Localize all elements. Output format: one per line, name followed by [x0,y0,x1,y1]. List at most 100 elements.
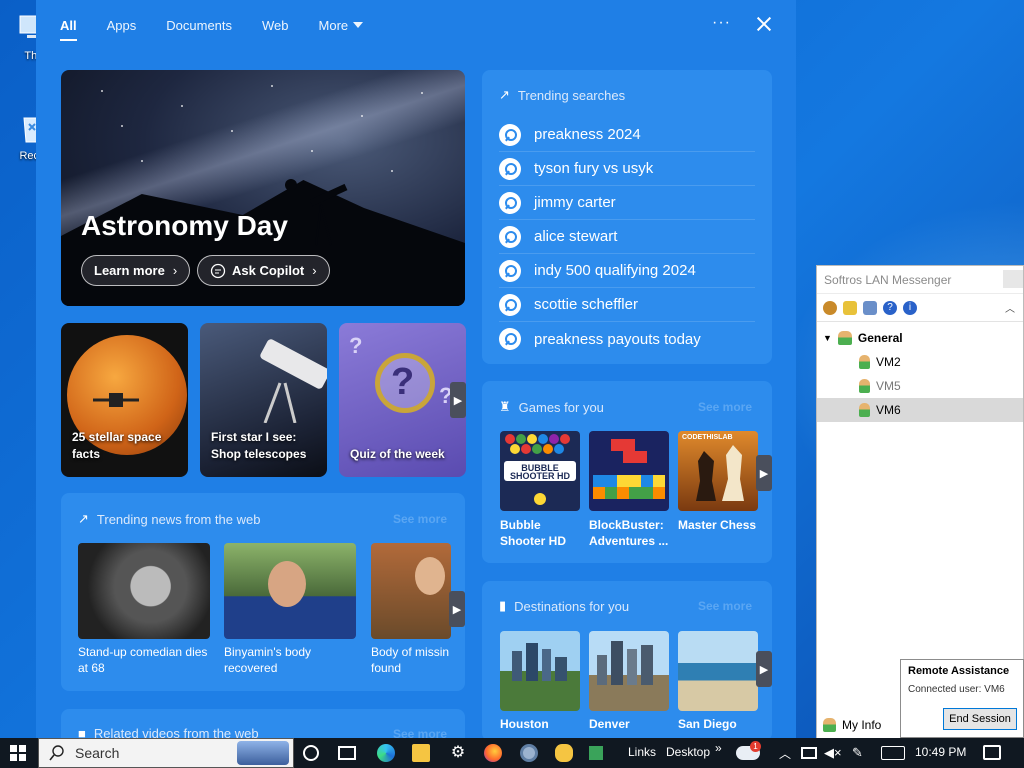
more-options-button[interactable]: ··· [712,14,731,32]
search-icon [499,293,521,316]
tiles-next-button[interactable]: ▶ [450,382,466,418]
clock-time[interactable]: 10:49 PM [915,745,966,759]
trending-search-item[interactable]: preakness payouts today [499,322,755,356]
tile-shop-telescopes[interactable]: First star I see: Shop telescopes [200,323,327,477]
trending-search-item[interactable]: preakness 2024 [499,118,755,152]
keyboard-icon[interactable] [881,746,905,760]
edge-browser-icon[interactable] [377,744,395,762]
game-thumb-blockbuster[interactable] [589,431,669,511]
help-icon[interactable]: ? [883,300,897,315]
trending-search-item[interactable]: scottie scheffler [499,288,755,322]
settings-gear-icon[interactable] [823,300,837,315]
user-row[interactable]: VM5 [817,374,1023,398]
group-general[interactable]: ▼ General [817,326,1023,350]
tile-quiz-of-the-week[interactable]: ? ? ? Quiz of the week [339,323,466,477]
news-caption[interactable]: Stand-up comedian dies at 68 [78,644,218,676]
network-icon[interactable] [801,747,817,759]
toolbar-overflow-chevron-icon[interactable]: » [715,741,722,755]
destination-thumb-houston[interactable] [500,631,580,711]
destination-thumb-san-diego[interactable] [678,631,758,711]
destination-name[interactable]: Denver [589,716,673,732]
news-next-button[interactable]: ▶ [449,591,465,627]
game-name[interactable]: Bubble Shooter HD [500,517,584,549]
game-thumb-master-chess[interactable]: CODETHISLAB [678,431,758,511]
taskbar-search-box[interactable]: Search [38,738,294,768]
game-name[interactable]: BlockBuster: Adventures ... [589,517,673,549]
tab-all[interactable]: All [60,18,77,41]
file-explorer-icon[interactable] [412,744,430,762]
windows-start-icon[interactable] [10,745,26,761]
news-header: ↗ Trending news from the web [78,511,260,527]
chevron-right-icon: ▶ [759,467,769,480]
trending-search-item[interactable]: indy 500 qualifying 2024 [499,254,755,288]
tile-space-facts[interactable]: 25 stellar space facts [61,323,188,477]
messenger-window-button[interactable] [1003,270,1023,288]
news-see-more-link[interactable]: See more [393,512,447,526]
task-view-icon[interactable] [338,746,356,760]
trending-search-item[interactable]: alice stewart [499,220,755,254]
search-highlight-image [237,741,289,765]
news-caption[interactable]: Binyamin's body recovered [224,644,364,676]
news-thumb-comedian[interactable] [78,543,210,639]
cortana-icon[interactable] [303,745,319,761]
messenger-chat-icon[interactable] [555,744,573,762]
user-name: VM5 [876,379,901,393]
app-gear-icon[interactable] [520,744,538,762]
trending-search-label: preakness 2024 [534,126,641,143]
trending-arrow-icon: ↗ [78,511,89,526]
volume-muted-icon[interactable]: ◀× [824,745,842,761]
blocks-art-icon [593,439,665,499]
trending-search-item[interactable]: tyson fury vs usyk [499,152,755,186]
videos-see-more-link[interactable]: See more [393,727,447,738]
destination-name[interactable]: Houston [500,716,584,732]
expand-chevron-icon[interactable]: ▼ [823,333,832,343]
settings-gear-icon[interactable]: ⚙ [449,744,467,762]
links-toolbar[interactable]: Links [628,745,656,759]
question-mark-icon: ? [349,333,363,358]
notifications-icon[interactable] [983,745,1001,760]
trending-searches-header: ↗ Trending searches [499,87,625,103]
news-caption[interactable]: Body of missin found [371,644,451,676]
show-hidden-icons-chevron-icon[interactable]: ︿ [779,745,791,762]
ask-copilot-button[interactable]: Ask Copilot › [197,255,330,286]
search-icon [499,191,521,214]
trending-search-item[interactable]: jimmy carter [499,186,755,220]
firefox-icon[interactable] [484,744,502,762]
close-icon[interactable] [754,12,774,36]
taskbar: Search ⚙ Links Desktop » 1 ︿ ◀× ✎ 10:49 … [0,738,1024,768]
search-icon [499,328,521,350]
chevron-right-icon: ▶ [452,603,462,616]
destination-thumb-denver[interactable] [589,631,669,711]
user-row[interactable]: VM2 [817,350,1023,374]
games-header: ♜ Games for you [499,399,604,415]
news-thumb-missing[interactable] [371,543,451,639]
game-name[interactable]: Master Chess [678,517,762,533]
user-row-selected[interactable]: VM6 [817,398,1023,422]
tab-documents[interactable]: Documents [166,18,232,33]
history-log-icon[interactable] [863,300,877,315]
search-tabs: All Apps Documents Web More [36,0,796,50]
destinations-see-more-link[interactable]: See more [698,599,752,613]
collapse-chevron-icon[interactable]: ︿ [1005,300,1015,315]
question-mark-icon: ? [391,361,415,403]
end-session-button[interactable]: End Session [943,708,1017,730]
weather-badge: 1 [750,741,761,752]
tab-more[interactable]: More [319,18,364,33]
games-see-more-link[interactable]: See more [698,400,752,414]
lan-messenger-taskbar-icon[interactable] [589,746,603,760]
folder-icon[interactable] [843,300,857,315]
destination-name[interactable]: San Diego [678,716,762,732]
trending-arrow-icon: ↗ [499,87,510,102]
remote-assistance-popup: Remote Assistance Connected user: VM6 En… [900,659,1024,738]
info-icon[interactable]: i [903,300,917,315]
hero-card-astronomy-day[interactable]: Astronomy Day Learn more › Ask Copilot › [61,70,465,306]
game-thumb-bubble-shooter[interactable]: BUBBLE SHOOTER HD [500,431,580,511]
news-thumb-binyamin[interactable] [224,543,356,639]
games-next-button[interactable]: ▶ [756,455,772,491]
learn-more-button[interactable]: Learn more › [81,255,191,286]
desktop-toolbar[interactable]: Desktop [666,745,710,759]
pen-icon[interactable]: ✎ [852,745,863,761]
tab-web[interactable]: Web [262,18,289,33]
tab-apps[interactable]: Apps [107,18,137,33]
destinations-next-button[interactable]: ▶ [756,651,772,687]
